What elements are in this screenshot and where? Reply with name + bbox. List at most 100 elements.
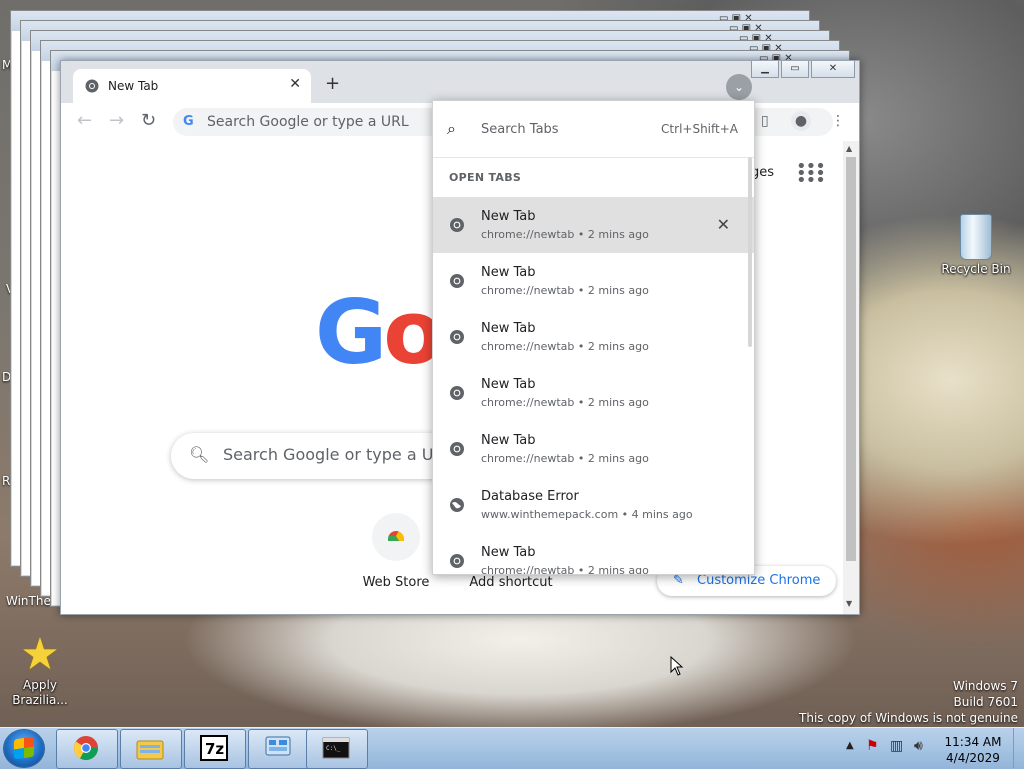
7zip-icon: 7z: [200, 735, 228, 761]
google-logo: Go: [315, 281, 444, 384]
watermark-line-3: This copy of Windows is not genuine: [799, 711, 1018, 725]
close-tab-icon[interactable]: ✕: [289, 76, 301, 92]
shortcut-hint: Ctrl+Shift+A: [661, 122, 738, 136]
tab-item-title: New Tab: [481, 377, 536, 392]
taskbar-cmd[interactable]: C:\_: [306, 729, 368, 769]
list-item[interactable]: New Tab chrome://newtab • 2 mins ago: [433, 365, 754, 421]
recycle-bin-desktop-icon[interactable]: Recycle Bin: [940, 214, 1012, 277]
web-store-icon: [372, 513, 420, 561]
taskbar-file-explorer[interactable]: [120, 729, 182, 769]
tab-search-header[interactable]: ⌕ Search Tabs Ctrl+Shift+A: [433, 101, 754, 158]
apps-grid-icon[interactable]: ••• ••• •••: [796, 158, 826, 190]
recycle-bin-label: Recycle Bin: [941, 262, 1011, 276]
tab-item-title: New Tab: [481, 265, 536, 280]
new-tab-button[interactable]: +: [325, 75, 340, 93]
taskbar-control-panel[interactable]: [248, 729, 310, 769]
tab-search-panel: ⌕ Search Tabs Ctrl+Shift+A OPEN TABS New…: [432, 100, 755, 575]
back-icon[interactable]: ←: [77, 111, 92, 131]
watermark-line-1: Windows 7: [952, 679, 1018, 693]
apply-brazilia-desktop-icon[interactable]: ★ Apply Brazilia...: [4, 632, 76, 708]
tab-search-input[interactable]: Search Tabs: [481, 122, 559, 137]
list-item[interactable]: New Tab chrome://newtab • 2 mins ago: [433, 309, 754, 365]
list-item[interactable]: Database Error www.winthemepack.com • 4 …: [433, 477, 754, 533]
tab-new-tab[interactable]: New Tab ✕: [73, 69, 311, 103]
shortcut-label: Add shortcut: [469, 575, 553, 590]
chrome-icon: [450, 274, 464, 288]
chrome-icon: [450, 386, 464, 400]
google-g-icon: G: [183, 114, 194, 129]
side-panel-icon[interactable]: ▯: [761, 113, 769, 129]
mouse-cursor-icon: [670, 656, 684, 676]
close-icon[interactable]: ✕: [717, 215, 730, 234]
tab-item-title: New Tab: [481, 545, 536, 560]
tab-title: New Tab: [108, 79, 159, 93]
clock[interactable]: 11:34 AM 4/4/2029: [944, 734, 1002, 766]
scroll-thumb[interactable]: [846, 157, 856, 561]
chrome-icon: [450, 554, 464, 568]
tab-item-meta: chrome://newtab • 2 mins ago: [481, 452, 649, 465]
tab-item-meta: chrome://newtab • 2 mins ago: [481, 284, 649, 297]
star-icon: ★: [20, 629, 60, 680]
reload-icon[interactable]: ↻: [141, 111, 156, 131]
tab-item-meta: chrome://newtab • 2 mins ago: [481, 228, 649, 241]
tab-item-meta: www.winthemepack.com • 4 mins ago: [481, 508, 693, 521]
tab-item-title: Database Error: [481, 489, 579, 504]
open-tabs-heading: OPEN TABS: [449, 171, 522, 184]
profile-icon[interactable]: ●: [791, 111, 811, 131]
omnibox-placeholder: Search Google or type a URL: [207, 114, 409, 130]
taskbar-chrome[interactable]: [56, 729, 118, 769]
clock-time: 11:34 AM: [944, 735, 1002, 749]
chrome-icon: [85, 79, 99, 93]
window-controls: ▁ ▭ ✕: [751, 61, 855, 78]
taskbar: 7z C:\_ ▲ ⚑ ▥ 🔊︎ 11:34 AM 4/4/2029: [0, 727, 1024, 769]
search-icon: ⌕: [447, 119, 456, 138]
minimize-button[interactable]: ▁: [751, 61, 779, 78]
tab-item-meta: chrome://newtab • 2 mins ago: [481, 564, 649, 575]
show-desktop-button[interactable]: [1013, 728, 1024, 768]
volume-icon[interactable]: 🔊︎: [914, 738, 923, 754]
tab-item-title: New Tab: [481, 433, 536, 448]
forward-icon[interactable]: →: [109, 111, 124, 131]
chrome-icon: [74, 736, 98, 761]
globe-icon: [450, 498, 464, 512]
start-button[interactable]: [4, 730, 44, 767]
tab-item-meta: chrome://newtab • 2 mins ago: [481, 396, 649, 409]
svg-text:7z: 7z: [205, 740, 224, 758]
open-tabs-list: New Tab chrome://newtab • 2 mins ago ✕ N…: [433, 197, 754, 575]
watermark-line-2: Build 7601: [953, 695, 1018, 709]
scroll-up-icon[interactable]: ▲: [846, 144, 852, 153]
list-item[interactable]: New Tab chrome://newtab • 2 mins ago: [433, 421, 754, 477]
windows-watermark: Windows 7 Build 7601 This copy of Window…: [799, 678, 1018, 726]
list-item[interactable]: New Tab chrome://newtab • 2 mins ago: [433, 253, 754, 309]
network-icon[interactable]: ▥: [890, 738, 903, 754]
chrome-icon: [450, 442, 464, 456]
shortcut-label: Web Store: [362, 575, 430, 590]
shortcut-web-store[interactable]: Web Store: [361, 513, 431, 590]
close-window-button[interactable]: ✕: [811, 61, 855, 78]
tab-list-scrollbar[interactable]: [748, 157, 752, 347]
tab-search-button[interactable]: ⌄: [726, 74, 752, 100]
scroll-down-icon[interactable]: ▼: [846, 599, 852, 608]
maximize-button[interactable]: ▭: [781, 61, 809, 78]
apply-brazilia-label: Apply Brazilia...: [12, 678, 68, 707]
taskbar-7zip[interactable]: 7z: [184, 729, 246, 769]
menu-dots-icon[interactable]: ⋮: [831, 113, 845, 129]
search-placeholder: Search Google or type a URL: [223, 445, 454, 464]
chrome-icon: [450, 330, 464, 344]
recycle-bin-icon: [960, 214, 992, 260]
tab-item-title: New Tab: [481, 321, 536, 336]
action-center-flag-icon[interactable]: ⚑: [866, 738, 879, 754]
svg-text:C:\_: C:\_: [326, 745, 341, 752]
windows-logo-icon: [14, 736, 34, 760]
control-panel-icon: [265, 736, 291, 756]
page-scrollbar[interactable]: ▲ ▼: [843, 141, 859, 614]
show-hidden-icons-icon[interactable]: ▲: [846, 740, 854, 751]
list-item[interactable]: New Tab chrome://newtab • 2 mins ago: [433, 533, 754, 575]
cmd-icon: C:\_: [322, 737, 350, 759]
customize-label: Customize Chrome: [697, 573, 821, 588]
tab-item-title: New Tab: [481, 209, 536, 224]
list-item[interactable]: New Tab chrome://newtab • 2 mins ago ✕: [433, 197, 754, 253]
tab-item-meta: chrome://newtab • 2 mins ago: [481, 340, 649, 353]
file-explorer-icon: [136, 740, 164, 760]
chrome-icon: [450, 218, 464, 232]
